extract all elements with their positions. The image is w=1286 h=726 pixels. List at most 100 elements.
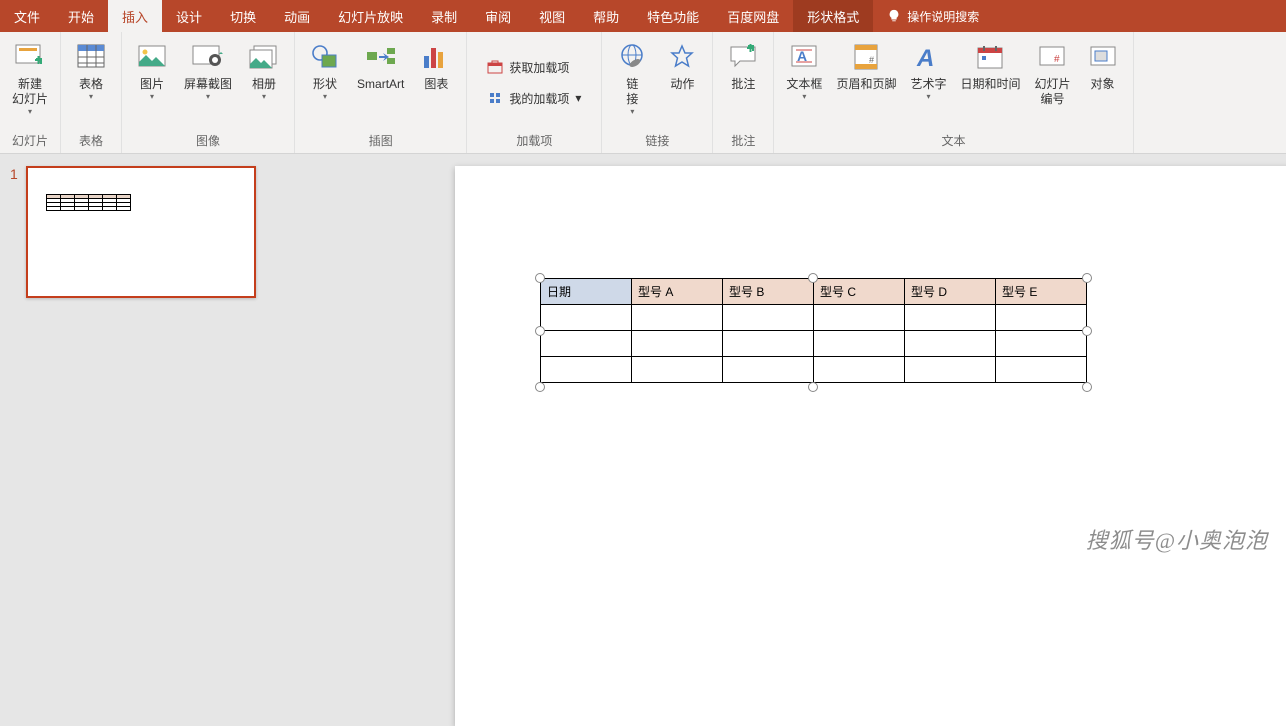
object-button[interactable]: 对象 <box>1079 36 1127 129</box>
tab-review[interactable]: 审阅 <box>471 0 525 32</box>
my-addins-label: 我的加载项 <box>509 90 569 107</box>
wordart-label: 艺术字 <box>910 77 946 92</box>
table-row[interactable] <box>541 357 1087 383</box>
table-row[interactable] <box>541 331 1087 357</box>
textbox-label: 文本框 <box>786 77 822 92</box>
group-illustrations: 形状 ▾ SmartArt 图表 插图 <box>295 32 467 153</box>
wordart-button[interactable]: A 艺术字 ▾ <box>904 36 952 129</box>
selection-handle[interactable] <box>535 326 545 336</box>
headerfooter-label: 页眉和页脚 <box>836 77 896 92</box>
mini-table-preview <box>46 194 131 211</box>
data-table[interactable]: 日期 型号 A 型号 B 型号 C 型号 D 型号 E <box>540 278 1087 383</box>
shapes-button[interactable]: 形状 ▾ <box>301 36 349 129</box>
my-addins-button[interactable]: 我的加载项 ▾ <box>483 87 585 110</box>
group-addins: 获取加载项 我的加载项 ▾ 加载项 <box>467 32 602 153</box>
action-button[interactable]: 动作 <box>658 36 706 129</box>
tab-design[interactable]: 设计 <box>162 0 216 32</box>
comment-label: 批注 <box>731 77 755 92</box>
tab-slideshow[interactable]: 幻灯片放映 <box>324 0 417 32</box>
slidenum-button[interactable]: # 幻灯片 编号 <box>1028 36 1076 129</box>
pictures-label: 图片 <box>140 77 164 92</box>
selection-handle[interactable] <box>808 382 818 392</box>
header-cell-date[interactable]: 日期 <box>541 279 632 305</box>
tab-record[interactable]: 录制 <box>417 0 471 32</box>
group-links: 链 接 ▾ 动作 链接 <box>602 32 713 153</box>
selection-handle[interactable] <box>535 273 545 283</box>
action-label: 动作 <box>670 77 694 92</box>
action-icon <box>668 44 696 70</box>
tab-insert[interactable]: 插入 <box>108 0 162 32</box>
datetime-button[interactable]: 日期和时间 <box>954 36 1026 129</box>
tab-view[interactable]: 视图 <box>525 0 579 32</box>
dropdown-arrow-icon: ▾ <box>926 92 930 101</box>
slide-canvas[interactable]: 日期 型号 A 型号 B 型号 C 型号 D 型号 E <box>295 154 1286 565</box>
smartart-button[interactable]: SmartArt <box>351 36 410 129</box>
tab-home[interactable]: 开始 <box>54 0 108 32</box>
get-addins-button[interactable]: 获取加载项 <box>483 56 585 79</box>
comment-button[interactable]: 批注 <box>719 36 767 129</box>
group-text: A 文本框 ▾ # 页眉和页脚 A 艺术字 ▾ 日期和时间 # 幻灯片 编号 <box>774 32 1133 153</box>
tab-shape-format[interactable]: 形状格式 <box>793 0 873 32</box>
group-tables-label: 表格 <box>67 129 115 153</box>
group-comments-label: 批注 <box>719 129 767 153</box>
svg-text:#: # <box>1054 54 1060 65</box>
tab-help[interactable]: 帮助 <box>579 0 633 32</box>
link-icon <box>617 43 647 71</box>
slide-thumbnail-1[interactable] <box>26 166 256 298</box>
datetime-label: 日期和时间 <box>960 77 1020 92</box>
object-icon <box>1089 45 1117 69</box>
headerfooter-button[interactable]: # 页眉和页脚 <box>830 36 902 129</box>
album-label: 相册 <box>252 77 276 92</box>
ribbon: 新建 幻灯片 ▾ 幻灯片 表格 ▾ 表格 图片 ▾ 屏幕截图 ▾ <box>0 32 1286 154</box>
header-cell-d[interactable]: 型号 D <box>905 279 996 305</box>
shapes-label: 形状 <box>313 77 337 92</box>
selection-handle[interactable] <box>1082 382 1092 392</box>
headerfooter-icon: # <box>853 43 879 71</box>
chart-button[interactable]: 图表 <box>412 36 460 129</box>
tab-file[interactable]: 文件 <box>0 0 54 32</box>
slide-thumbnail-panel: 1 <box>0 154 295 565</box>
chart-label: 图表 <box>424 77 448 92</box>
header-cell-c[interactable]: 型号 C <box>814 279 905 305</box>
tab-special[interactable]: 特色功能 <box>633 0 713 32</box>
link-label: 链 接 <box>626 77 638 107</box>
dropdown-arrow-icon: ▾ <box>89 92 93 101</box>
group-illustrations-label: 插图 <box>301 129 460 153</box>
get-addins-label: 获取加载项 <box>509 59 569 76</box>
tab-transitions[interactable]: 切换 <box>216 0 270 32</box>
album-icon <box>248 44 280 70</box>
chart-icon <box>422 44 450 70</box>
tell-me-search[interactable]: 操作说明搜索 <box>873 0 993 32</box>
group-images: 图片 ▾ 屏幕截图 ▾ 相册 ▾ 图像 <box>122 32 295 153</box>
table-button[interactable]: 表格 ▾ <box>67 36 115 129</box>
group-slides: 新建 幻灯片 ▾ 幻灯片 <box>0 32 61 153</box>
selection-handle[interactable] <box>1082 273 1092 283</box>
tab-animations[interactable]: 动画 <box>270 0 324 32</box>
pictures-icon <box>137 44 167 70</box>
textbox-button[interactable]: A 文本框 ▾ <box>780 36 828 129</box>
slidenum-icon: # <box>1038 45 1066 69</box>
tab-bar: 文件 开始 插入 设计 切换 动画 幻灯片放映 录制 审阅 视图 帮助 特色功能… <box>0 0 1286 32</box>
selection-handle[interactable] <box>535 382 545 392</box>
tab-baidu[interactable]: 百度网盘 <box>713 0 793 32</box>
group-addins-label: 加载项 <box>473 129 595 153</box>
new-slide-button[interactable]: 新建 幻灯片 ▾ <box>6 36 54 129</box>
textbox-icon: A <box>790 44 818 70</box>
screenshot-button[interactable]: 屏幕截图 ▾ <box>178 36 238 129</box>
header-cell-a[interactable]: 型号 A <box>632 279 723 305</box>
svg-text:#: # <box>869 55 874 65</box>
pictures-button[interactable]: 图片 ▾ <box>128 36 176 129</box>
group-slides-label: 幻灯片 <box>6 129 54 153</box>
header-cell-b[interactable]: 型号 B <box>723 279 814 305</box>
link-button[interactable]: 链 接 ▾ <box>608 36 656 129</box>
new-slide-label: 新建 幻灯片 <box>12 77 48 107</box>
selection-handle[interactable] <box>808 273 818 283</box>
group-text-label: 文本 <box>780 129 1126 153</box>
screenshot-icon <box>191 44 225 70</box>
dropdown-arrow-icon: ▾ <box>206 92 210 101</box>
selection-handle[interactable] <box>1082 326 1092 336</box>
album-button[interactable]: 相册 ▾ <box>240 36 288 129</box>
header-cell-e[interactable]: 型号 E <box>996 279 1087 305</box>
table-row[interactable] <box>541 305 1087 331</box>
slide-1[interactable]: 日期 型号 A 型号 B 型号 C 型号 D 型号 E <box>455 166 1286 726</box>
